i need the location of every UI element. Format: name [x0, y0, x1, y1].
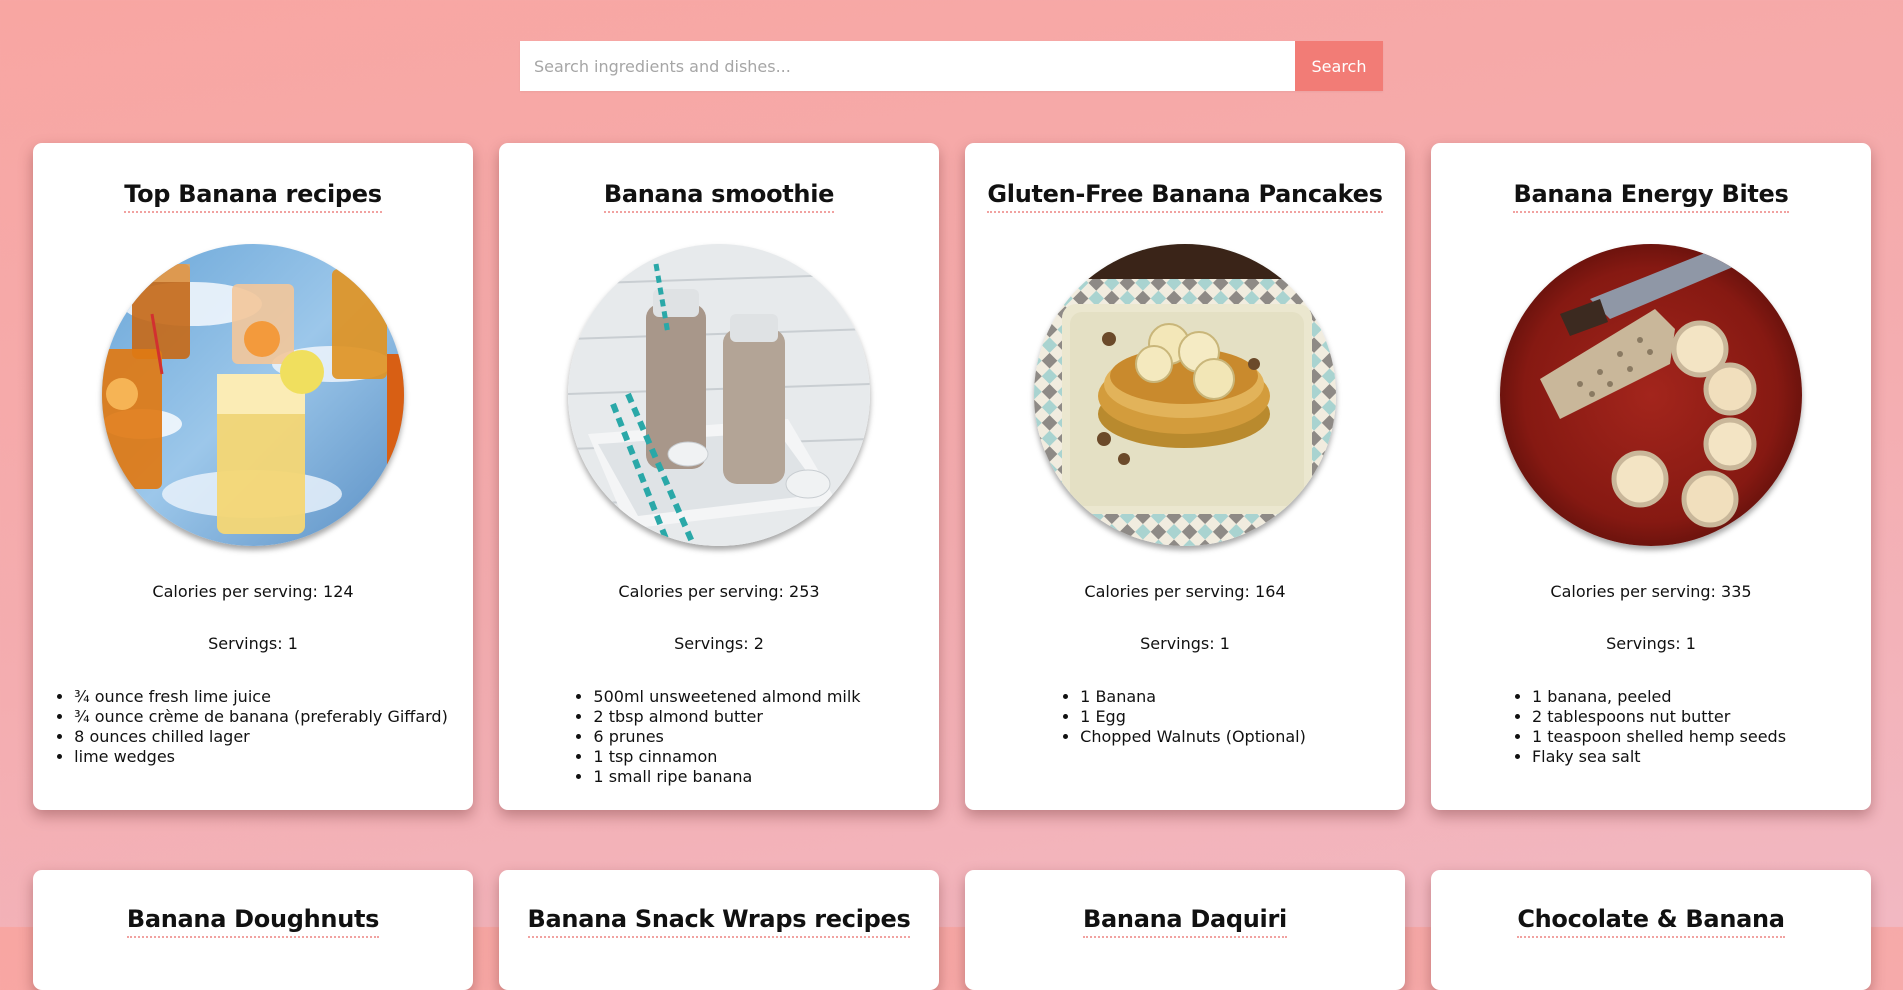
ingredient-item: 1 teaspoon shelled hemp seeds	[1532, 727, 1786, 747]
ingredient-list: 500ml unsweetened almond milk 2 tbsp alm…	[577, 687, 860, 787]
ingredient-list: ¾ ounce fresh lime juice ¾ ounce crème d…	[58, 687, 448, 767]
recipe-title[interactable]: Banana Energy Bites	[1513, 177, 1789, 213]
ingredient-item: 1 Banana	[1080, 687, 1306, 707]
search-button[interactable]: Search	[1295, 41, 1383, 91]
ingredient-item: 6 prunes	[593, 727, 860, 747]
recipe-card[interactable]: Banana Daquiri	[965, 870, 1405, 990]
ingredient-item: 1 small ripe banana	[593, 767, 860, 787]
iced-drinks-photo	[102, 244, 404, 546]
ingredient-list: 1 banana, peeled 2 tablespoons nut butte…	[1516, 687, 1786, 767]
recipe-title[interactable]: Banana Daquiri	[1083, 902, 1287, 938]
servings: Servings: 2	[674, 634, 764, 653]
recipe-title[interactable]: Banana Snack Wraps recipes	[527, 902, 911, 938]
ingredient-item: 8 ounces chilled lager	[74, 727, 448, 747]
calories-per-serving: Calories per serving: 124	[152, 582, 354, 601]
recipe-title[interactable]: Banana smoothie	[603, 177, 834, 213]
recipe-title[interactable]: Chocolate & Banana	[1517, 902, 1785, 938]
smoothie-bottles-photo	[568, 244, 870, 546]
servings: Servings: 1	[208, 634, 298, 653]
recipe-card[interactable]: Banana Doughnuts	[33, 870, 473, 990]
ingredient-item: Chopped Walnuts (Optional)	[1080, 727, 1306, 747]
ingredient-list: 1 Banana 1 Egg Chopped Walnuts (Optional…	[1064, 687, 1306, 747]
calories-per-serving: Calories per serving: 164	[1084, 582, 1286, 601]
ingredient-item: lime wedges	[74, 747, 448, 767]
pancakes-plate-photo	[1034, 244, 1336, 546]
search-input[interactable]	[520, 41, 1295, 91]
calories-per-serving: Calories per serving: 335	[1550, 582, 1752, 601]
ingredient-item: 500ml unsweetened almond milk	[593, 687, 860, 707]
calories-per-serving: Calories per serving: 253	[618, 582, 820, 601]
ingredient-item: 1 banana, peeled	[1532, 687, 1786, 707]
servings: Servings: 1	[1606, 634, 1696, 653]
ingredient-item: 2 tbsp almond butter	[593, 707, 860, 727]
recipe-title[interactable]: Top Banana recipes	[124, 177, 382, 213]
recipe-card[interactable]: Chocolate & Banana	[1431, 870, 1871, 990]
ingredient-item: 1 tsp cinnamon	[593, 747, 860, 767]
recipe-card[interactable]: Gluten-Free Banana Pancakes Calories per…	[965, 143, 1405, 810]
ingredient-item: Flaky sea salt	[1532, 747, 1786, 767]
energy-bites-photo	[1500, 244, 1802, 546]
ingredient-item: ¾ ounce crème de banana (preferably Giff…	[74, 707, 448, 727]
search-bar: Search	[520, 41, 1383, 91]
servings: Servings: 1	[1140, 634, 1230, 653]
recipe-card[interactable]: Banana Energy Bites Calories per serving…	[1431, 143, 1871, 810]
recipe-card[interactable]: Banana smoothie Calories per serving: 25…	[499, 143, 939, 810]
recipe-title[interactable]: Gluten-Free Banana Pancakes	[987, 177, 1383, 213]
recipe-card[interactable]: Top Banana recipes Calories per serving:…	[33, 143, 473, 810]
ingredient-item: 1 Egg	[1080, 707, 1306, 727]
ingredient-item: ¾ ounce fresh lime juice	[74, 687, 448, 707]
recipe-title[interactable]: Banana Doughnuts	[126, 902, 379, 938]
recipe-card[interactable]: Banana Snack Wraps recipes	[499, 870, 939, 990]
ingredient-item: 2 tablespoons nut butter	[1532, 707, 1786, 727]
